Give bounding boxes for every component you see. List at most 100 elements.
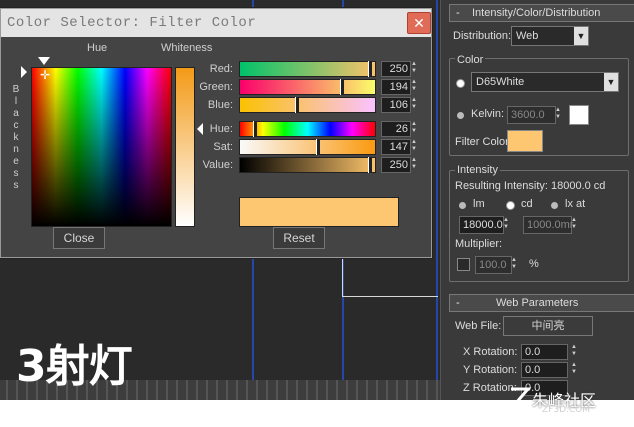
value-label: Value: [202,159,233,171]
web-file-button[interactable]: 中间亮 [503,316,593,336]
command-panel: - Intensity/Color/Distribution Distribut… [440,0,634,400]
spinner-arrows-icon[interactable]: ▲ ▼ [411,157,417,171]
blackness-letter: B [12,84,20,95]
timeline-tick [436,380,438,400]
collapse-icon[interactable]: - [456,5,460,21]
slider-handle[interactable] [340,79,344,95]
slider-handle[interactable] [295,97,299,113]
spinner-arrows-icon[interactable]: ▲ ▼ [411,139,417,153]
slider-handle[interactable] [368,157,372,173]
blackness-letter: k [13,132,19,143]
chevron-down-icon[interactable]: ▼ [604,73,618,91]
kelvin-label: Kelvin: [471,108,505,120]
spinner-arrows-icon[interactable]: ▲ ▼ [571,362,577,376]
lx-radio[interactable] [551,202,558,209]
rollout-intensity-header[interactable]: - Intensity/Color/Distribution [449,4,634,22]
collapse-icon[interactable]: - [456,295,460,311]
intensity-input[interactable]: 18000.0 [459,216,504,234]
slider-handle[interactable] [368,61,372,77]
distance-input[interactable]: 1000.0mr [523,216,573,234]
viewport-guide-line [342,256,343,296]
dialog-titlebar[interactable]: Color Selector: Filter Color ✕ [1,9,431,37]
sat-label: Sat: [213,141,233,153]
lx-label: lx at [565,198,586,210]
spinner-arrows-icon[interactable]: ▲ ▼ [411,97,417,111]
y-rotation-label: Y Rotation: [463,364,518,376]
kelvin-input[interactable]: 3600.0 [507,106,556,124]
timeline-tick [156,380,158,400]
sat-spinner[interactable]: 147 [381,139,411,155]
filter-color-label: Filter Color: [455,136,512,148]
close-button[interactable]: Close [53,227,105,249]
viewport-grid-line [436,0,438,380]
intensity-group-label: Intensity [455,164,500,176]
spinner-arrows-icon[interactable]: ▲ ▼ [411,121,417,135]
hue-marker-icon[interactable] [38,57,50,65]
color-preset-dropdown[interactable]: D65White ▼ [471,72,619,92]
red-slider[interactable] [239,61,376,77]
lm-label: lm [473,198,485,210]
timeline-tick [336,380,338,400]
sat-slider[interactable] [239,139,376,155]
reset-button[interactable]: Reset [273,227,325,249]
multiplier-input[interactable]: 100.0 [475,256,512,274]
kelvin-radio[interactable] [457,112,464,119]
blue-spinner[interactable]: 106 [381,97,411,113]
chevron-down-icon[interactable]: ▼ [574,27,588,45]
timeline-tick [196,380,198,400]
spinner-arrows-icon[interactable]: ▲ ▼ [503,217,509,231]
timeline-tick [346,380,348,400]
blue-slider[interactable] [239,97,376,113]
blackness-letter: e [13,156,19,167]
timeline-tick [416,380,418,400]
preset-radio[interactable] [457,80,464,87]
spinner-arrows-icon[interactable]: ▲ ▼ [511,257,517,271]
hue-slider[interactable] [239,121,376,137]
lm-radio[interactable] [459,202,466,209]
value-slider[interactable] [239,157,376,173]
blue-label: Blue: [207,99,233,111]
slider-handle[interactable] [316,139,320,155]
blackness-letter: s [13,168,19,179]
x-rotation-label: X Rotation: [463,346,518,358]
spinner-arrows-icon[interactable]: ▲ ▼ [555,107,561,121]
slider-handle[interactable] [253,121,257,137]
green-slider[interactable] [239,79,376,95]
value-spinner[interactable]: 250 [381,157,411,173]
timeline-tick [396,380,398,400]
web-file-label: Web File: [455,320,502,332]
kelvin-color-swatch[interactable] [569,105,589,125]
timeline-tick [376,380,378,400]
green-spinner[interactable]: 194 [381,79,411,95]
rollout-title: Intensity/Color/Distribution [472,7,601,19]
spinner-arrows-icon[interactable]: ▲ ▼ [411,61,417,75]
spinner-arrows-icon[interactable]: ▲ ▼ [411,79,417,93]
multiplier-checkbox[interactable] [457,258,470,271]
timeline-tick [226,380,228,400]
timeline-tick [246,380,248,400]
rollout-web-header[interactable]: - Web Parameters [449,294,634,312]
spinner-arrows-icon[interactable]: ▲ ▼ [571,344,577,358]
y-rotation-input[interactable]: 0.0 [521,362,568,378]
spinner-arrows-icon[interactable]: ▲ ▼ [571,217,577,231]
timeline-tick [6,380,8,400]
timeline-tick [176,380,178,400]
blackness-label: B l a c k n e s s [11,84,21,192]
timeline-tick [166,380,168,400]
hue-slider-label: Hue: [209,123,233,135]
blackness-letter: s [13,180,19,191]
filter-color-swatch[interactable] [507,130,543,152]
rollout-title: Web Parameters [496,297,579,309]
red-spinner[interactable]: 250 [381,61,411,77]
hue-blackness-picker[interactable]: ✛ [31,67,172,227]
cd-radio[interactable] [507,202,514,209]
distribution-dropdown[interactable]: Web ▼ [511,26,589,46]
whiteness-label: Whiteness [161,42,213,54]
caption-overlay: 3射灯 [16,341,133,392]
timeline-tick [136,380,138,400]
blackness-letter: a [13,108,19,119]
blackness-marker-icon[interactable] [21,66,27,78]
x-rotation-input[interactable]: 0.0 [521,344,568,360]
hue-spinner[interactable]: 26 [381,121,411,137]
close-icon[interactable]: ✕ [407,12,431,34]
